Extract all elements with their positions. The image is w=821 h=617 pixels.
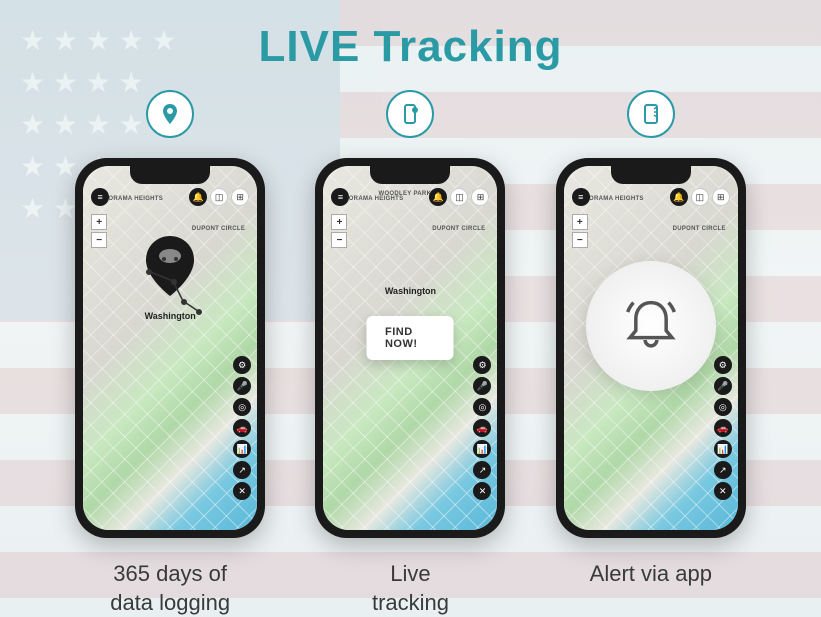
chart-icon[interactable]: 📊 (233, 440, 251, 458)
mic-icon[interactable]: 🎤 (714, 377, 732, 395)
map-side-controls: ⚙ 🎤 ◎ 🚗 📊 ↗ ✕ (473, 356, 491, 500)
phone-notch (611, 166, 691, 184)
car-icon[interactable]: 🚗 (233, 419, 251, 437)
route-control-icon[interactable]: ↗ (714, 461, 732, 479)
chart-icon[interactable]: 📊 (473, 440, 491, 458)
phone-mockup-3: KALORAMA HEIGHTS DUPONT CIRCLE ≡ 🔔 ◫ ⊞ +… (556, 158, 746, 538)
menu-icon[interactable]: ≡ (572, 188, 590, 206)
route-control-icon[interactable]: ↗ (473, 461, 491, 479)
phone-screen: KALORAMA HEIGHTS WOODLEY PARK DUPONT CIR… (323, 166, 497, 530)
map-top-controls: ≡ 🔔 ◫ ⊞ (331, 188, 489, 206)
zoom-controls: + − (572, 214, 588, 248)
phone-screen: KALORAMA HEIGHTS DUPONT CIRCLE Washingto… (83, 166, 257, 530)
map-side-controls: ⚙ 🎤 ◎ 🚗 📊 ↗ ✕ (714, 356, 732, 500)
phone-notch (370, 166, 450, 184)
menu-icon[interactable]: ≡ (91, 188, 109, 206)
notification-icon[interactable]: 🔔 (670, 188, 688, 206)
chart-icon[interactable]: 📊 (714, 440, 732, 458)
car-icon[interactable]: 🚗 (714, 419, 732, 437)
filter-icon[interactable]: ⊞ (471, 188, 489, 206)
feature-caption: Alert via app (590, 560, 712, 589)
layers-icon[interactable]: ◫ (450, 188, 468, 206)
feature-live-tracking: KALORAMA HEIGHTS WOODLEY PARK DUPONT CIR… (300, 90, 520, 617)
feature-caption: Livetracking (372, 560, 449, 617)
zoom-controls: + − (331, 214, 347, 248)
car-icon[interactable]: 🚗 (473, 419, 491, 437)
target-icon[interactable]: ◎ (233, 398, 251, 416)
zoom-out-button[interactable]: − (331, 232, 347, 248)
zoom-controls: + − (91, 214, 107, 248)
feature-caption: 365 days ofdata logging (110, 560, 230, 617)
area-label: DUPONT CIRCLE (192, 226, 245, 232)
settings-icon[interactable]: ⚙ (233, 356, 251, 374)
map-top-controls: ≡ 🔔 ◫ ⊞ (572, 188, 730, 206)
target-icon[interactable]: ◎ (714, 398, 732, 416)
map-side-controls: ⚙ 🎤 ◎ 🚗 📊 ↗ ✕ (233, 356, 251, 500)
area-label: DUPONT CIRCLE (673, 226, 726, 232)
mic-icon[interactable]: 🎤 (473, 377, 491, 395)
filter-icon[interactable]: ⊞ (231, 188, 249, 206)
feature-alert: KALORAMA HEIGHTS DUPONT CIRCLE ≡ 🔔 ◫ ⊞ +… (541, 90, 761, 617)
feature-data-logging: KALORAMA HEIGHTS DUPONT CIRCLE Washingto… (60, 90, 280, 617)
layers-icon[interactable]: ◫ (691, 188, 709, 206)
features-row: KALORAMA HEIGHTS DUPONT CIRCLE Washingto… (0, 90, 821, 617)
find-now-button[interactable]: FIND NOW! (367, 316, 454, 360)
close-icon[interactable]: ✕ (714, 482, 732, 500)
menu-icon[interactable]: ≡ (331, 188, 349, 206)
settings-icon[interactable]: ⚙ (473, 356, 491, 374)
settings-icon[interactable]: ⚙ (714, 356, 732, 374)
route-control-icon[interactable]: ↗ (233, 461, 251, 479)
mic-icon[interactable]: 🎤 (233, 377, 251, 395)
phone-mockup-2: KALORAMA HEIGHTS WOODLEY PARK DUPONT CIR… (315, 158, 505, 538)
bell-alert-icon (586, 261, 716, 391)
phone-screen: KALORAMA HEIGHTS DUPONT CIRCLE ≡ 🔔 ◫ ⊞ +… (564, 166, 738, 530)
filter-icon[interactable]: ⊞ (712, 188, 730, 206)
zoom-out-button[interactable]: − (91, 232, 107, 248)
zoom-in-button[interactable]: + (331, 214, 347, 230)
city-label: Washington (385, 286, 436, 296)
main-title: LIVE Tracking (0, 22, 821, 72)
notification-icon[interactable]: 🔔 (429, 188, 447, 206)
route-path (138, 266, 208, 316)
notification-icon[interactable]: 🔔 (189, 188, 207, 206)
route-icon (146, 90, 194, 138)
phone-notch (130, 166, 210, 184)
zoom-in-button[interactable]: + (572, 214, 588, 230)
zoom-in-button[interactable]: + (91, 214, 107, 230)
device-icon (386, 90, 434, 138)
area-label: DUPONT CIRCLE (432, 226, 485, 232)
close-icon[interactable]: ✕ (473, 482, 491, 500)
phone-alert-icon (627, 90, 675, 138)
phone-mockup-1: KALORAMA HEIGHTS DUPONT CIRCLE Washingto… (75, 158, 265, 538)
target-icon[interactable]: ◎ (473, 398, 491, 416)
zoom-out-button[interactable]: − (572, 232, 588, 248)
close-icon[interactable]: ✕ (233, 482, 251, 500)
layers-icon[interactable]: ◫ (210, 188, 228, 206)
map-background: KALORAMA HEIGHTS DUPONT CIRCLE Washingto… (83, 166, 257, 530)
map-top-controls: ≡ 🔔 ◫ ⊞ (91, 188, 249, 206)
